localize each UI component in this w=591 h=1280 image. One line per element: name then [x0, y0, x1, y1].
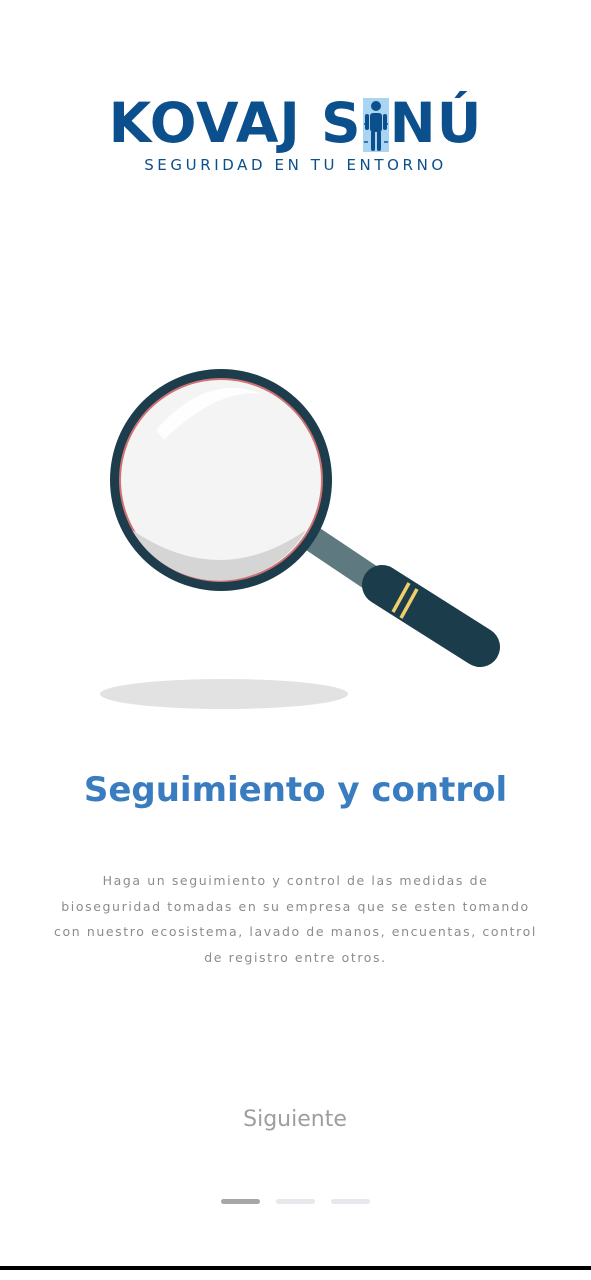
onboarding-screen: KOVAJ S NÚ SEGURIDAD EN TU ENTORNO Segui… — [0, 0, 591, 1280]
bottom-bar — [0, 1266, 591, 1270]
pagination-dot-active[interactable] — [221, 1199, 260, 1204]
logo-word-right: NÚ — [389, 91, 483, 155]
pagination-dot[interactable] — [276, 1199, 315, 1204]
pagination-dots — [0, 1199, 591, 1204]
slide-description: Haga un seguimiento y control de las med… — [54, 873, 537, 965]
pagination-dot[interactable] — [331, 1199, 370, 1204]
glass-shadow — [100, 679, 348, 709]
brand-logo: KOVAJ S NÚ SEGURIDAD EN TU ENTORNO — [0, 92, 591, 174]
person-icon — [362, 98, 389, 152]
logo-wordmark: KOVAJ S NÚ — [0, 92, 591, 154]
slide-title: Seguimiento y control — [83, 770, 508, 810]
logo-word-left: KOVAJ S — [108, 91, 362, 155]
logo-tagline: SEGURIDAD EN TU ENTORNO — [144, 156, 447, 174]
next-button[interactable]: Siguiente — [195, 1096, 395, 1142]
magnifying-glass-icon — [100, 369, 500, 709]
glass-handle — [362, 565, 500, 667]
